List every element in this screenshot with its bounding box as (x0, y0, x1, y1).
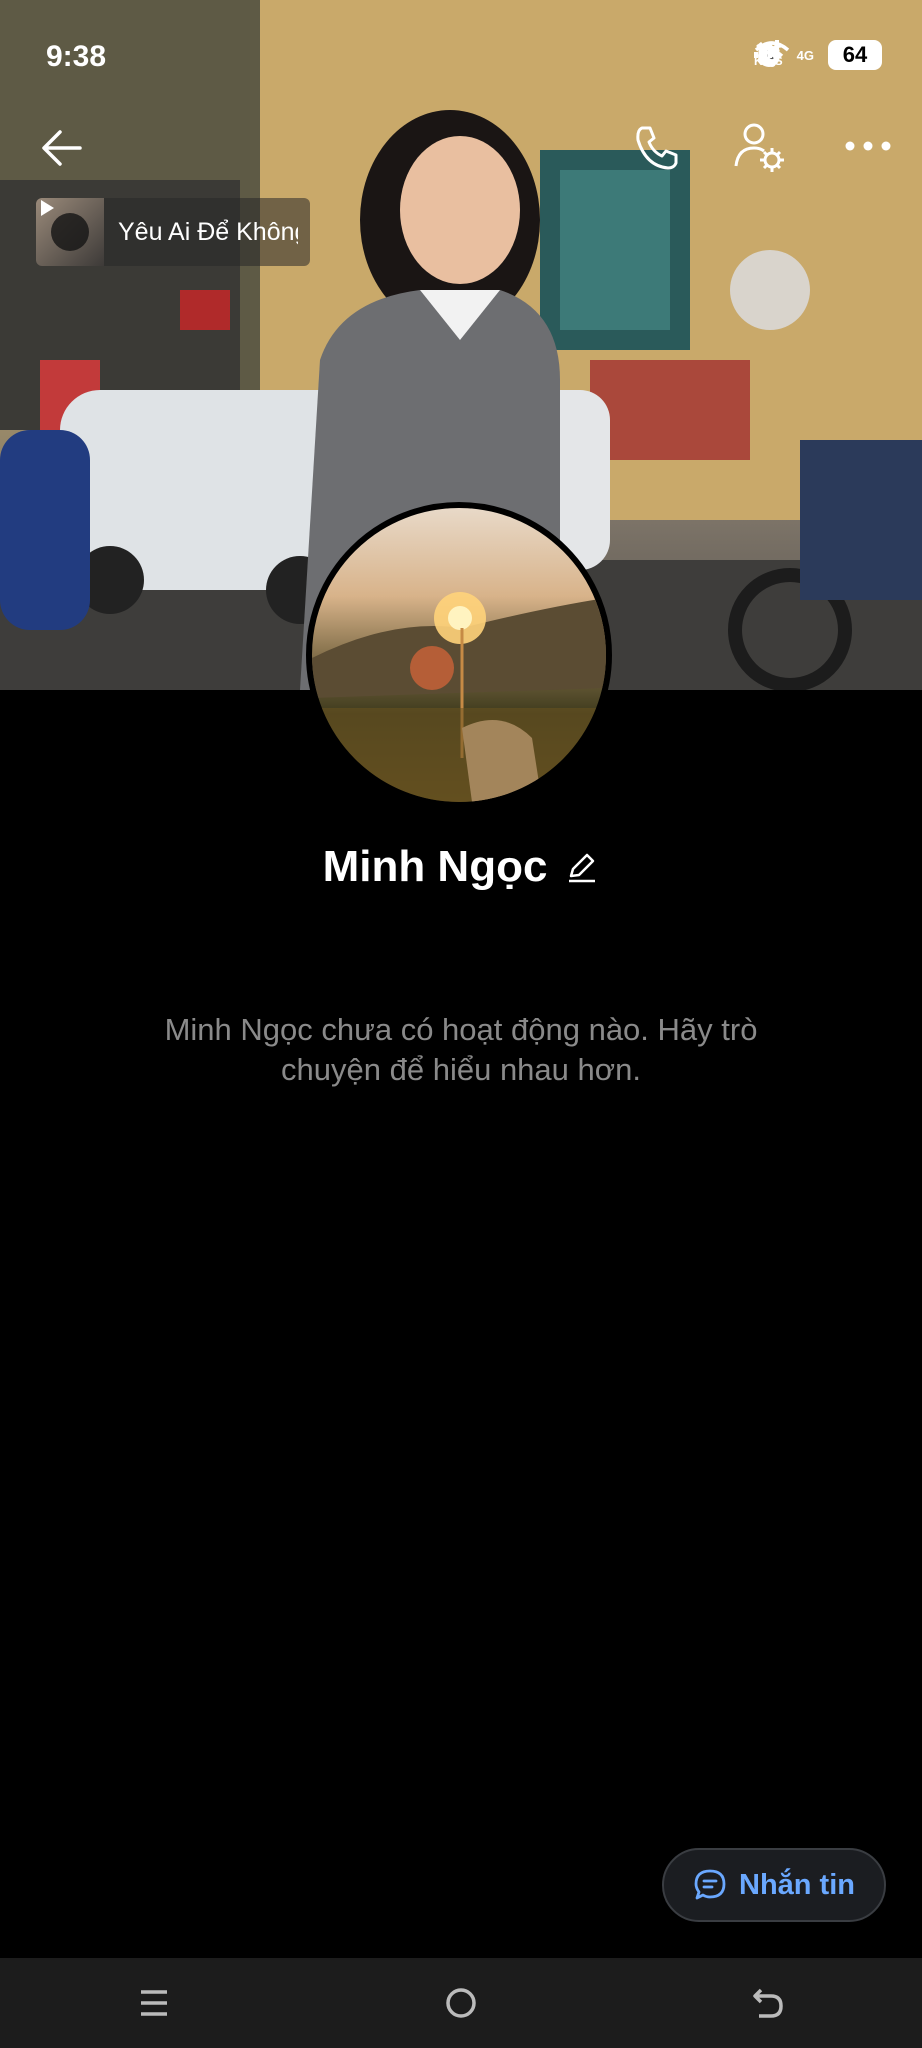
music-thumbnail (36, 198, 104, 266)
cellular-indicator: 4G (753, 40, 814, 63)
network-type: 4G (796, 47, 814, 63)
home-circle-icon (446, 1988, 476, 2018)
nav-menu-button[interactable] (114, 1963, 194, 2043)
battery-indicator: 64 (828, 40, 882, 70)
call-button[interactable] (628, 120, 684, 176)
nav-back-button[interactable] (728, 1963, 808, 2043)
message-button-label: Nhắn tin (739, 1868, 855, 1901)
arrow-left-icon (42, 130, 82, 166)
more-button[interactable] (840, 126, 896, 166)
profile-name: Minh Ngọc (322, 842, 548, 891)
profile-name-row: Minh Ngọc (0, 842, 922, 892)
back-curve-icon (753, 1988, 784, 2018)
edit-pencil-icon[interactable] (565, 850, 599, 884)
user-gear-icon (734, 123, 784, 172)
phone-icon (636, 126, 678, 170)
chat-bubble-icon (694, 1869, 726, 1900)
play-icon (41, 200, 54, 216)
empty-activity-message: Minh Ngọc chưa có hoạt động nào. Hãy trò… (164, 1012, 758, 1087)
profile-music-chip[interactable]: Yêu Ai Để Không (36, 198, 310, 266)
back-button[interactable] (36, 120, 92, 176)
nav-home-button[interactable] (421, 1963, 501, 2043)
message-button[interactable]: Nhắn tin (662, 1848, 886, 1922)
system-navigation-bar (0, 1958, 922, 2048)
profile-settings-button[interactable] (730, 118, 790, 178)
more-horizontal-icon (845, 141, 891, 151)
menu-lines-icon (140, 1990, 167, 2016)
play-button[interactable] (41, 200, 89, 251)
status-time: 9:38 (46, 40, 107, 73)
music-title: Yêu Ai Để Không (118, 217, 298, 246)
signal-icon (753, 40, 779, 58)
avatar-image (312, 592, 606, 802)
avatar[interactable] (306, 502, 612, 808)
status-icons: 7,03 KB/S 4G 64 (753, 40, 882, 70)
